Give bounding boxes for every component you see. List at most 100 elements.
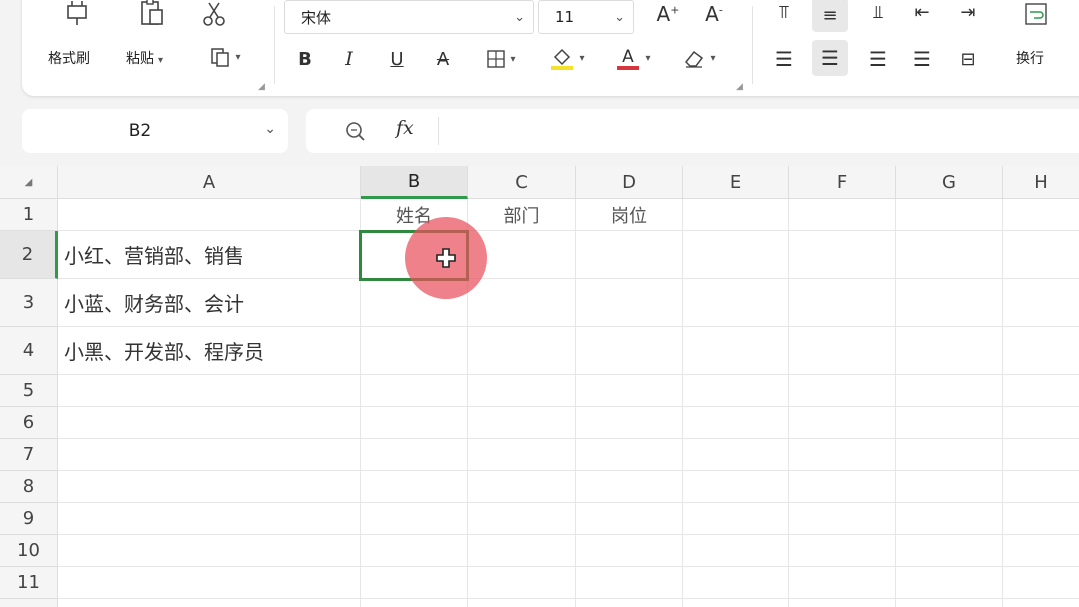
grid-cell[interactable]: [58, 375, 361, 407]
grid-cell[interactable]: [789, 567, 896, 599]
chevron-down-icon[interactable]: ▾: [235, 52, 240, 63]
align-middle-button[interactable]: ≡: [812, 0, 848, 32]
grid-cell[interactable]: [896, 503, 1003, 535]
grid-cell[interactable]: [1003, 199, 1079, 231]
column-header-b[interactable]: B: [361, 166, 468, 199]
grid-cell[interactable]: [896, 375, 1003, 407]
grid-cell[interactable]: [789, 535, 896, 567]
row-header-4[interactable]: 4: [0, 327, 58, 375]
select-all-corner[interactable]: ◢: [0, 166, 58, 199]
grid-cell[interactable]: [789, 327, 896, 375]
grid-cell[interactable]: [361, 503, 468, 535]
font-name-select[interactable]: 宋体 ⌄: [284, 0, 534, 34]
chevron-down-icon[interactable]: ▾: [510, 54, 515, 65]
grid-cell[interactable]: [683, 503, 789, 535]
grid-cell[interactable]: [58, 407, 361, 439]
grid-cell[interactable]: [361, 439, 468, 471]
grid-cell[interactable]: [576, 599, 683, 607]
grid-cell[interactable]: [896, 407, 1003, 439]
grid-cell[interactable]: [361, 599, 468, 607]
clipboard-expand-icon[interactable]: ◢: [258, 82, 265, 92]
column-header-f[interactable]: F: [789, 166, 896, 199]
align-right-button[interactable]: ☰: [862, 44, 894, 74]
grid-cell[interactable]: [683, 231, 789, 279]
strikethrough-button[interactable]: A: [428, 44, 458, 74]
align-top-button[interactable]: ⫪: [768, 0, 800, 26]
grid-cell[interactable]: [468, 471, 576, 503]
paste-button[interactable]: 粘贴 ▾: [122, 0, 192, 80]
row-header-12[interactable]: [0, 599, 58, 607]
grid-cell[interactable]: [468, 535, 576, 567]
grid-cell[interactable]: [58, 199, 361, 231]
zoom-icon[interactable]: [344, 120, 366, 142]
grid-cell[interactable]: [576, 439, 683, 471]
cell-a3[interactable]: 小蓝、财务部、会计: [58, 279, 361, 327]
column-header-h[interactable]: H: [1003, 166, 1079, 199]
grid-cell[interactable]: [361, 375, 468, 407]
grid-cell[interactable]: [896, 535, 1003, 567]
decrease-indent-button[interactable]: ⇤: [906, 0, 938, 26]
grid-cell[interactable]: [683, 439, 789, 471]
cell-a4[interactable]: 小黑、开发部、程序员: [58, 327, 361, 375]
grid-cell[interactable]: [896, 439, 1003, 471]
grid-cell[interactable]: [1003, 375, 1079, 407]
grid-cell[interactable]: [361, 535, 468, 567]
align-bottom-button[interactable]: ⫫: [862, 0, 894, 26]
grid-cell[interactable]: [576, 535, 683, 567]
font-expand-icon[interactable]: ◢: [736, 82, 743, 92]
column-header-g[interactable]: G: [896, 166, 1003, 199]
insert-function-button[interactable]: fx: [396, 117, 414, 139]
copy-button[interactable]: ▾: [200, 42, 250, 72]
row-header-9[interactable]: 9: [0, 503, 58, 535]
grid-cell[interactable]: [361, 327, 468, 375]
grid-cell[interactable]: [683, 535, 789, 567]
grid-cell[interactable]: [58, 503, 361, 535]
grid-cell[interactable]: [468, 327, 576, 375]
grid-cell[interactable]: [789, 439, 896, 471]
cut-button[interactable]: [192, 0, 236, 32]
cell-a2[interactable]: 小红、营销部、销售: [58, 231, 361, 279]
row-header-2[interactable]: 2: [0, 231, 58, 279]
cell-d1[interactable]: 岗位: [576, 199, 683, 231]
grid-cell[interactable]: [1003, 567, 1079, 599]
grid-cell[interactable]: [789, 279, 896, 327]
grid-cell[interactable]: [468, 407, 576, 439]
grid-cell[interactable]: [683, 599, 789, 607]
name-box[interactable]: B2 ⌄: [22, 109, 288, 153]
wrap-text-button[interactable]: 换行: [1006, 0, 1066, 80]
grid-cell[interactable]: [468, 503, 576, 535]
grid-cell[interactable]: [683, 279, 789, 327]
row-header-10[interactable]: 10: [0, 535, 58, 567]
grid-cell[interactable]: [468, 599, 576, 607]
cell-c1[interactable]: 部门: [468, 199, 576, 231]
increase-font-size-button[interactable]: A+: [648, 0, 688, 30]
chevron-down-icon[interactable]: ▾: [579, 53, 584, 64]
grid-cell[interactable]: [896, 231, 1003, 279]
font-size-select[interactable]: 11 ⌄: [538, 0, 634, 34]
grid-cell[interactable]: [1003, 503, 1079, 535]
align-left-button[interactable]: ☰: [768, 44, 800, 74]
grid-cell[interactable]: [896, 279, 1003, 327]
justify-button[interactable]: ☰: [906, 44, 938, 74]
grid-cell[interactable]: [361, 567, 468, 599]
grid-cell[interactable]: [896, 327, 1003, 375]
grid-cell[interactable]: [683, 471, 789, 503]
grid-cell[interactable]: [576, 407, 683, 439]
bold-button[interactable]: B: [290, 44, 320, 74]
grid-cell[interactable]: [1003, 599, 1079, 607]
font-color-button[interactable]: A ▾: [608, 42, 658, 74]
grid-cell[interactable]: [789, 599, 896, 607]
row-header-8[interactable]: 8: [0, 471, 58, 503]
grid-cell[interactable]: [58, 599, 361, 607]
grid-cell[interactable]: [58, 439, 361, 471]
grid-cell[interactable]: [896, 199, 1003, 231]
grid-cell[interactable]: [896, 599, 1003, 607]
grid-cell[interactable]: [683, 327, 789, 375]
column-header-c[interactable]: C: [468, 166, 576, 199]
grid-cell[interactable]: [576, 327, 683, 375]
grid-cell[interactable]: [789, 375, 896, 407]
chevron-down-icon[interactable]: ▾: [710, 53, 715, 64]
increase-indent-button[interactable]: ⇥: [952, 0, 984, 26]
align-center-button[interactable]: ☰: [812, 40, 848, 76]
grid-cell[interactable]: [576, 231, 683, 279]
